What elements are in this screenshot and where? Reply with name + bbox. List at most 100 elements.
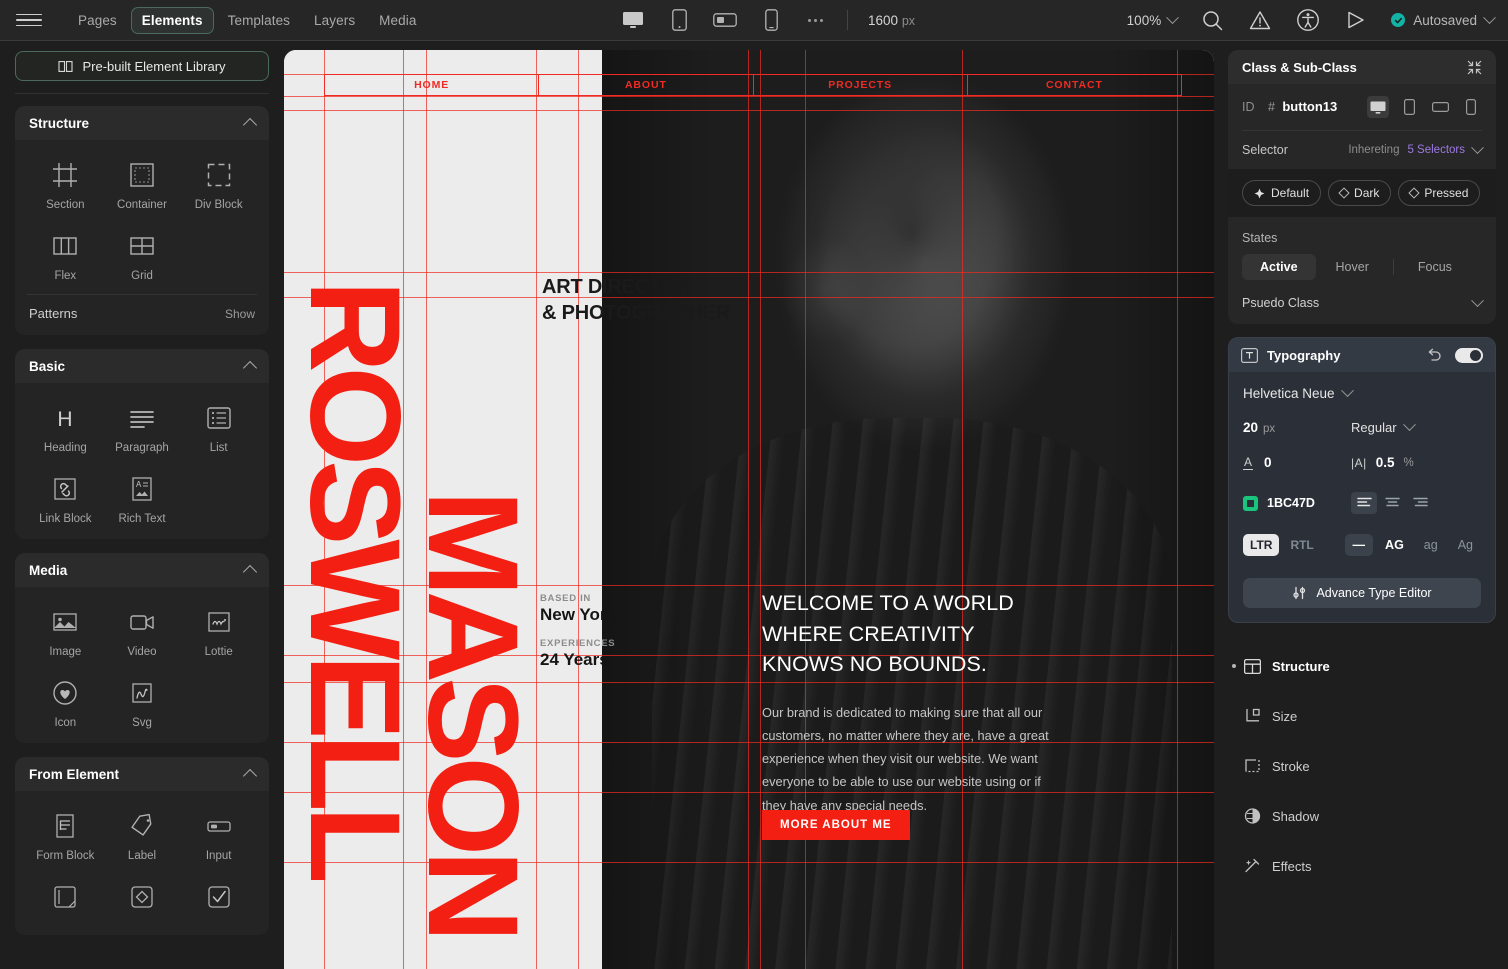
- section-basic-header[interactable]: Basic: [15, 349, 269, 383]
- patterns-show-button[interactable]: Show: [225, 307, 255, 321]
- class-subclass-header: Class & Sub-Class: [1228, 50, 1496, 84]
- autosave-status[interactable]: Autosaved: [1391, 10, 1496, 28]
- reset-icon[interactable]: [1426, 348, 1442, 362]
- prebuilt-library-button[interactable]: Pre-built Element Library: [15, 51, 269, 81]
- section-from-element-header[interactable]: From Element: [15, 757, 269, 791]
- transform-capitalize[interactable]: Ag: [1450, 534, 1481, 556]
- line-height-field[interactable]: A 0: [1243, 455, 1351, 470]
- accessibility-icon[interactable]: [1295, 7, 1321, 33]
- direction-rtl[interactable]: RTL: [1283, 534, 1320, 556]
- sliders-icon: [1292, 586, 1307, 600]
- element-list[interactable]: List: [180, 397, 257, 458]
- style-panel: Class & Sub-Class ID # button13 Selector…: [1228, 41, 1508, 969]
- element-paragraph[interactable]: Paragraph: [104, 397, 181, 458]
- chip-pressed[interactable]: Pressed: [1398, 180, 1481, 206]
- property-effects[interactable]: Effects: [1234, 841, 1490, 891]
- hero-name-last[interactable]: MASON: [401, 490, 544, 936]
- search-icon[interactable]: [1199, 7, 1225, 33]
- more-about-me-button[interactable]: MORE ABOUT ME: [762, 810, 910, 840]
- nav-link-about[interactable]: ABOUT: [539, 75, 754, 95]
- transform-uppercase[interactable]: AG: [1377, 534, 1412, 556]
- grid-spacer: [180, 468, 257, 529]
- direction-ltr[interactable]: LTR: [1243, 534, 1280, 556]
- preview-play-icon[interactable]: [1343, 7, 1369, 33]
- tab-media[interactable]: Media: [369, 8, 426, 33]
- font-weight-select[interactable]: Regular: [1351, 418, 1416, 435]
- element-radio[interactable]: [104, 876, 181, 925]
- align-center-icon[interactable]: [1379, 492, 1405, 514]
- letter-spacing-field[interactable]: |A| 0.5 %: [1351, 455, 1414, 470]
- design-canvas[interactable]: HOME ABOUT PROJECTS CONTACT ROSWELL MASO…: [284, 50, 1214, 969]
- align-left-icon[interactable]: [1351, 492, 1377, 514]
- more-options-icon[interactable]: [804, 18, 827, 22]
- transform-lowercase[interactable]: ag: [1416, 534, 1446, 556]
- nav-link-contact[interactable]: CONTACT: [968, 75, 1181, 95]
- hero-headline[interactable]: WELCOME TO A WORLD WHERE CREATIVITY KNOW…: [762, 588, 1062, 680]
- direction-transform-row: LTR RTL — AG ag Ag: [1243, 534, 1481, 556]
- zoom-control[interactable]: 100%: [1127, 10, 1180, 28]
- property-stroke[interactable]: Stroke: [1234, 741, 1490, 791]
- align-right-icon[interactable]: [1407, 492, 1433, 514]
- state-hover[interactable]: Hover: [1318, 254, 1387, 280]
- section-structure-header[interactable]: Structure: [15, 106, 269, 140]
- tab-pages[interactable]: Pages: [68, 8, 127, 33]
- hero-name-first[interactable]: ROSWELL: [284, 280, 426, 878]
- font-family-select[interactable]: Helvetica Neue: [1243, 384, 1481, 401]
- transform-none[interactable]: —: [1344, 534, 1374, 556]
- element-container[interactable]: Container: [104, 154, 181, 215]
- element-section[interactable]: Section: [27, 154, 104, 215]
- state-active[interactable]: Active: [1242, 254, 1316, 280]
- id-value[interactable]: button13: [1282, 99, 1337, 114]
- element-form-block[interactable]: Form Block: [27, 805, 104, 866]
- canvas-width-unit: px: [901, 13, 916, 28]
- mobile-icon[interactable]: [1460, 96, 1482, 118]
- element-div-block[interactable]: Div Block: [180, 154, 257, 215]
- color-swatch[interactable]: [1243, 495, 1258, 511]
- typography-toggle[interactable]: [1455, 347, 1483, 363]
- element-flex[interactable]: Flex: [27, 225, 104, 286]
- element-heading[interactable]: H Heading: [27, 397, 104, 458]
- property-size[interactable]: Size: [1234, 691, 1490, 741]
- hero-paragraph[interactable]: Our brand is dedicated to making sure th…: [762, 701, 1062, 817]
- desktop-icon[interactable]: [1367, 96, 1389, 118]
- desktop-icon[interactable]: [620, 7, 646, 33]
- tab-templates[interactable]: Templates: [218, 8, 300, 33]
- tablet-icon[interactable]: [1398, 96, 1420, 118]
- landscape-icon[interactable]: [1429, 96, 1451, 118]
- font-size-field[interactable]: 20 px: [1243, 420, 1351, 435]
- element-textarea[interactable]: [27, 876, 104, 925]
- element-grid[interactable]: Grid: [104, 225, 181, 286]
- element-label[interactable]: Label: [104, 805, 181, 866]
- property-shadow[interactable]: Shadow: [1234, 791, 1490, 841]
- section-media-header[interactable]: Media: [15, 553, 269, 587]
- chip-dark[interactable]: Dark: [1328, 180, 1392, 206]
- hero-role[interactable]: ART DIRECTOR & PHOTOGRAPHER: [542, 275, 730, 326]
- state-focus[interactable]: Focus: [1400, 254, 1470, 280]
- tab-elements[interactable]: Elements: [130, 6, 214, 34]
- canvas-width-value[interactable]: 1600 px: [868, 13, 915, 28]
- warning-icon[interactable]: [1247, 7, 1273, 33]
- mobile-icon[interactable]: [758, 7, 784, 33]
- typography-card: Typography Helvetica Neue 20 px Regular …: [1228, 337, 1496, 623]
- landscape-icon[interactable]: [712, 7, 738, 33]
- element-rich-text[interactable]: A Rich Text: [104, 468, 181, 529]
- nav-link-projects[interactable]: PROJECTS: [754, 75, 968, 95]
- element-svg[interactable]: Svg: [104, 672, 181, 733]
- element-video[interactable]: Video: [104, 601, 181, 662]
- element-input[interactable]: Input: [180, 805, 257, 866]
- advance-type-editor-button[interactable]: Advance Type Editor: [1243, 578, 1481, 608]
- pseudo-class-row[interactable]: Psuedo Class: [1242, 293, 1484, 310]
- property-structure[interactable]: Structure: [1232, 641, 1490, 691]
- element-link-block[interactable]: Link Block: [27, 468, 104, 529]
- element-icon[interactable]: Icon: [27, 672, 104, 733]
- element-checkbox[interactable]: [180, 876, 257, 925]
- tab-layers[interactable]: Layers: [304, 8, 365, 33]
- element-lottie[interactable]: Lottie: [180, 601, 257, 662]
- collapse-icon[interactable]: [1467, 60, 1482, 75]
- hamburger-icon[interactable]: [16, 7, 42, 33]
- chip-default[interactable]: Default: [1242, 180, 1322, 206]
- selector-value-group[interactable]: Inhereting 5 Selectors: [1348, 140, 1484, 156]
- text-color-field[interactable]: 1BC47D: [1243, 495, 1351, 511]
- element-image[interactable]: Image: [27, 601, 104, 662]
- tablet-icon[interactable]: [666, 7, 692, 33]
